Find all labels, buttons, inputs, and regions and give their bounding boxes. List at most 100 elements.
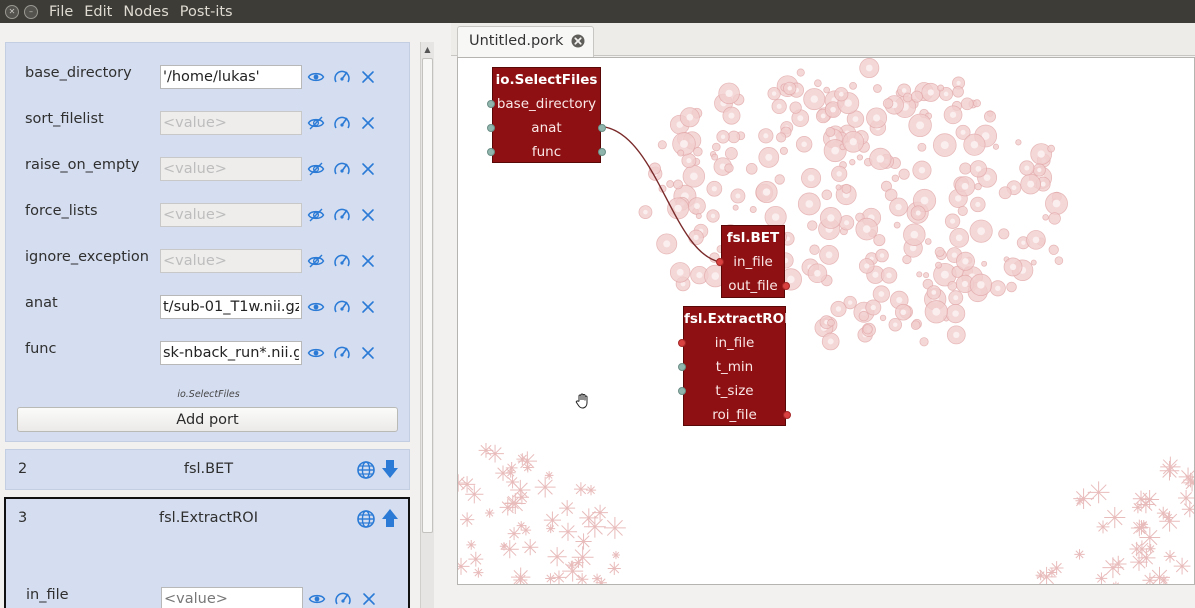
graph-port-out-file[interactable]: out_file: [722, 274, 790, 298]
property-value-input[interactable]: [160, 65, 302, 89]
input-port-dot[interactable]: [678, 363, 686, 371]
menu-file[interactable]: File: [49, 4, 73, 20]
input-port-dot[interactable]: [487, 148, 495, 156]
graph-port-t-size[interactable]: t_size: [678, 379, 785, 403]
property-label: anat: [25, 295, 58, 311]
bubble: [856, 154, 864, 161]
eye-off-icon[interactable]: [307, 114, 325, 132]
bubble-core: [1052, 199, 1061, 208]
gauge-icon[interactable]: [333, 114, 351, 132]
remove-icon[interactable]: [359, 160, 377, 178]
gauge-icon[interactable]: [333, 160, 351, 178]
globe-icon[interactable]: [356, 509, 376, 529]
close-window-icon[interactable]: ✕: [5, 4, 19, 19]
graph-node-bet[interactable]: fsl.BET in_file out_file: [716, 225, 790, 298]
output-port-dot[interactable]: [598, 148, 606, 156]
remove-icon[interactable]: [359, 298, 377, 316]
graph-port-base-directory[interactable]: base_directory: [487, 92, 600, 116]
bubble-core: [787, 86, 792, 91]
bubble-core: [955, 234, 963, 242]
eye-icon[interactable]: [307, 68, 325, 86]
gauge-icon[interactable]: [333, 298, 351, 316]
menu-post-its[interactable]: Post-its: [180, 4, 233, 20]
remove-icon[interactable]: [360, 590, 378, 608]
add-port-button[interactable]: Add port: [17, 407, 398, 432]
property-value-input[interactable]: [160, 249, 302, 273]
input-port-dot[interactable]: [487, 100, 495, 108]
output-port-dot[interactable]: [598, 124, 606, 132]
snowflake: [511, 567, 531, 584]
bubble-core: [720, 134, 726, 140]
graph-node-title: fsl.BET: [726, 230, 780, 246]
property-value-input[interactable]: [161, 587, 303, 608]
menu-nodes[interactable]: Nodes: [123, 4, 168, 20]
bubble-core: [951, 252, 957, 258]
graph-port-func[interactable]: func: [487, 140, 606, 164]
minimize-window-icon[interactable]: –: [24, 4, 38, 19]
graph-node-extract-roi[interactable]: fsl.ExtractROI in_file t_min t_size roi_…: [678, 306, 791, 427]
output-port-dot[interactable]: [782, 282, 790, 290]
graph-port-roi-file[interactable]: roi_file: [684, 403, 791, 427]
node-title: fsl.ExtractROI: [159, 510, 258, 526]
snowflake: [1095, 572, 1108, 584]
bubble-core: [711, 272, 720, 280]
property-value-input[interactable]: [160, 295, 302, 319]
panel-scrollbar[interactable]: ▲: [420, 42, 434, 608]
gauge-icon[interactable]: [333, 206, 351, 224]
node-panel-extract-roi-header[interactable]: 3 fsl.ExtractROI: [6, 499, 411, 540]
property-label: ignore_exception: [25, 249, 149, 265]
eye-off-icon[interactable]: [307, 252, 325, 270]
node-panel-bet-header[interactable]: 2 fsl.BET: [5, 449, 410, 490]
bubble-core: [920, 196, 929, 205]
property-value-input[interactable]: [160, 157, 302, 181]
bubble: [823, 86, 830, 94]
bubble-core: [983, 174, 991, 182]
graph-node-select-files[interactable]: io.SelectFiles base_directory anat func: [487, 67, 606, 164]
property-label: func: [25, 341, 57, 357]
globe-icon[interactable]: [356, 460, 376, 480]
snowflake: [522, 539, 539, 556]
input-port-dot[interactable]: [487, 124, 495, 132]
bubble: [937, 84, 945, 92]
bubble-core: [900, 309, 907, 316]
property-value-input[interactable]: [160, 203, 302, 227]
remove-icon[interactable]: [359, 206, 377, 224]
gauge-icon[interactable]: [333, 68, 351, 86]
property-value-input[interactable]: [160, 341, 302, 365]
snowflake: [505, 462, 518, 474]
tab-untitled-pork[interactable]: Untitled.pork: [457, 26, 594, 57]
bubble-core: [895, 203, 902, 211]
graph-port-in-file[interactable]: in_file: [716, 250, 784, 274]
remove-icon[interactable]: [359, 252, 377, 270]
graph-port-in-file[interactable]: in_file: [678, 331, 785, 355]
gauge-icon[interactable]: [333, 344, 351, 362]
arrow-down-icon[interactable]: [381, 459, 399, 479]
output-port-dot[interactable]: [783, 411, 791, 419]
eye-off-icon[interactable]: [307, 206, 325, 224]
eye-icon[interactable]: [307, 298, 325, 316]
scrollbar-thumb[interactable]: [422, 58, 433, 533]
eye-off-icon[interactable]: [307, 160, 325, 178]
node-graph-canvas[interactable]: io.SelectFiles base_directory anat func …: [457, 57, 1195, 585]
property-value-input[interactable]: [160, 111, 302, 135]
eye-icon[interactable]: [307, 344, 325, 362]
remove-icon[interactable]: [359, 344, 377, 362]
scroll-up-arrow-icon[interactable]: ▲: [421, 42, 434, 56]
snowflake-pattern: [458, 443, 626, 584]
eye-icon[interactable]: [308, 590, 326, 608]
property-row-anat: anat: [6, 295, 411, 325]
bubble-core: [865, 64, 873, 72]
input-port-dot[interactable]: [678, 339, 686, 347]
graph-port-t-min[interactable]: t_min: [678, 355, 785, 379]
input-port-dot[interactable]: [716, 258, 724, 266]
arrow-up-icon[interactable]: [381, 508, 399, 528]
gauge-icon[interactable]: [334, 590, 352, 608]
remove-icon[interactable]: [359, 68, 377, 86]
menu-edit[interactable]: Edit: [84, 4, 112, 20]
input-port-dot[interactable]: [678, 387, 686, 395]
graph-port-anat[interactable]: anat: [487, 116, 606, 140]
close-tab-icon[interactable]: [571, 34, 585, 48]
remove-icon[interactable]: [359, 114, 377, 132]
gauge-icon[interactable]: [333, 252, 351, 270]
tab-label: Untitled.pork: [469, 33, 564, 49]
